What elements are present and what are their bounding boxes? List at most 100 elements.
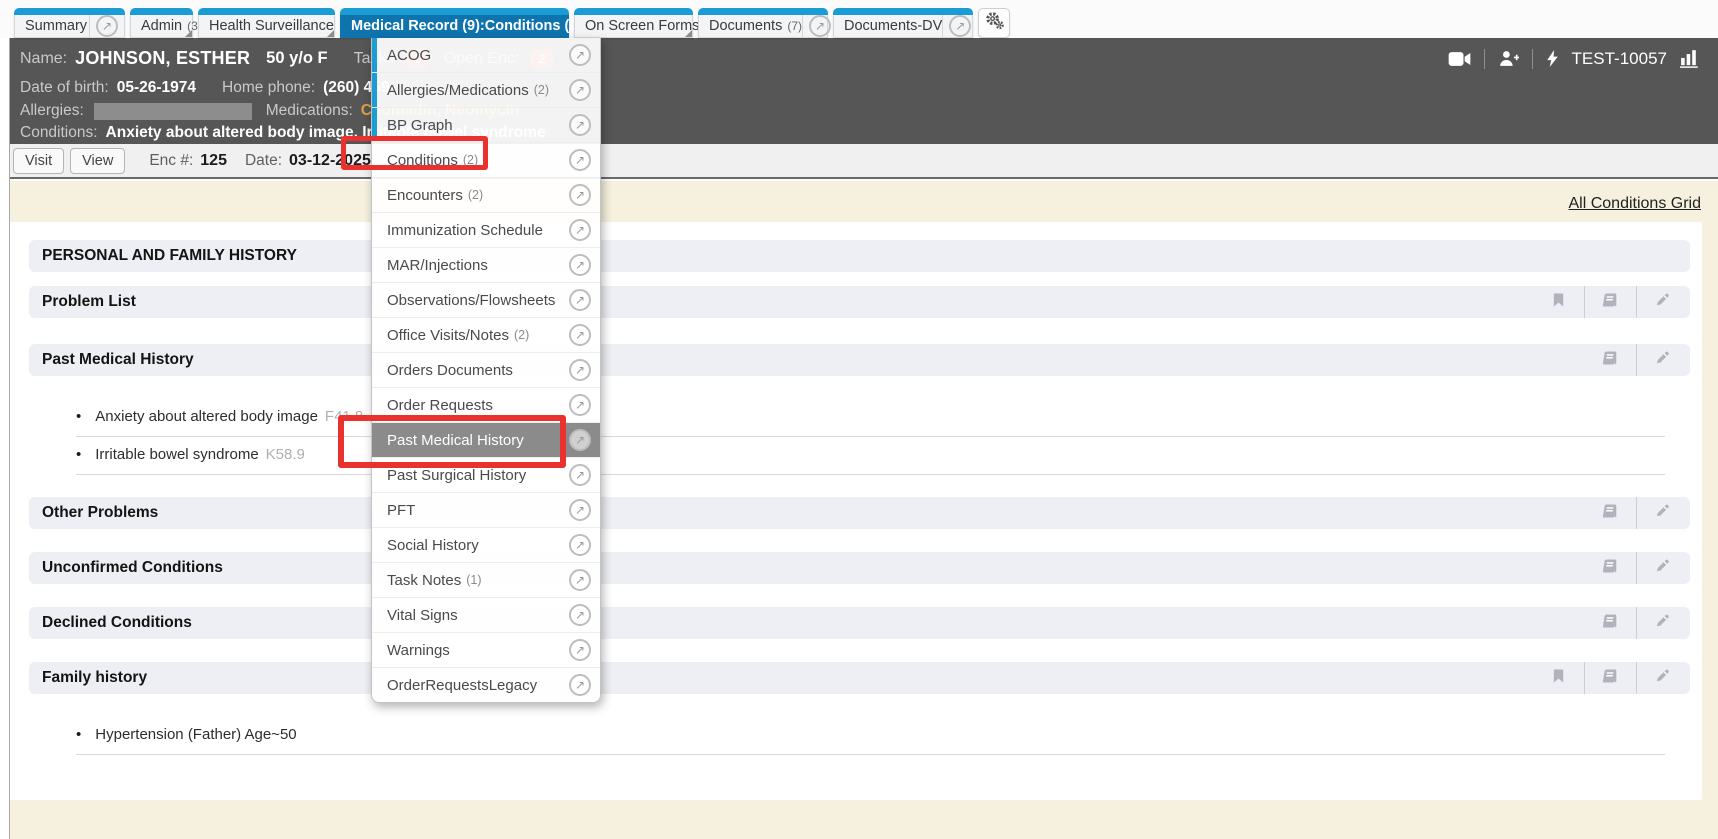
pencil-button[interactable] bbox=[1636, 552, 1688, 584]
external-link-icon[interactable]: ↗ bbox=[569, 674, 591, 696]
menu-item-label: BP Graph bbox=[387, 117, 453, 134]
external-link-icon[interactable]: ↗ bbox=[569, 289, 591, 311]
section-header-past-medical-history: Past Medical History bbox=[29, 344, 1690, 376]
book-icon bbox=[1601, 350, 1620, 371]
open-in-new-window-button[interactable]: ↗ bbox=[89, 15, 124, 37]
external-link-icon[interactable]: ↗ bbox=[569, 394, 591, 416]
book-icon bbox=[1601, 668, 1620, 689]
tab-body[interactable]: Health Surveillance bbox=[198, 15, 335, 38]
book-button[interactable] bbox=[1584, 497, 1636, 529]
tab-on-screen-forms[interactable]: On Screen Forms bbox=[574, 8, 693, 38]
menu-item-label: Past Surgical History bbox=[387, 467, 526, 484]
menu-item-label: Order Requests bbox=[387, 397, 493, 414]
bookmark-button[interactable] bbox=[1532, 286, 1584, 318]
menu-item-social-history[interactable]: Social History↗ bbox=[372, 528, 600, 563]
external-link-icon[interactable]: ↗ bbox=[569, 184, 591, 206]
section-title: Past Medical History bbox=[42, 351, 194, 369]
medications-label: Medications: bbox=[266, 102, 353, 120]
external-link-icon[interactable]: ↗ bbox=[569, 79, 591, 101]
menu-item-warnings[interactable]: Warnings ↗ bbox=[372, 633, 600, 668]
tab-body[interactable]: Documents-DV↗ bbox=[833, 15, 973, 38]
external-link-icon[interactable]: ↗ bbox=[569, 149, 591, 171]
section-title: PERSONAL AND FAMILY HISTORY bbox=[42, 247, 297, 265]
external-link-icon[interactable]: ↗ bbox=[569, 254, 591, 276]
allergies-label: Allergies: bbox=[20, 102, 84, 120]
menu-item-task-notes[interactable]: Task Notes(1)↗ bbox=[372, 563, 600, 598]
settings-button[interactable] bbox=[978, 8, 1010, 38]
book-button[interactable] bbox=[1584, 286, 1636, 318]
menu-item-pft[interactable]: PFT↗ bbox=[372, 493, 600, 528]
tab-documents-dv[interactable]: Documents-DV↗ bbox=[833, 8, 973, 38]
book-button[interactable] bbox=[1584, 662, 1636, 694]
menu-item-mar-injections[interactable]: MAR/Injections↗ bbox=[372, 248, 600, 283]
video-camera-icon[interactable] bbox=[1448, 51, 1471, 67]
menu-item-orderrequestslegacy[interactable]: OrderRequestsLegacy↗ bbox=[372, 668, 600, 702]
tab-body[interactable]: On Screen Forms bbox=[574, 15, 693, 38]
menu-item-label: Warnings bbox=[387, 642, 450, 659]
pencil-button[interactable] bbox=[1636, 286, 1688, 318]
lightning-icon[interactable] bbox=[1546, 50, 1559, 67]
menu-item-observations-flowsheets[interactable]: Observations/Flowsheets↗ bbox=[372, 283, 600, 318]
external-link-icon[interactable]: ↗ bbox=[569, 429, 591, 451]
external-link-icon[interactable]: ↗ bbox=[569, 44, 591, 66]
external-link-icon[interactable]: ↗ bbox=[569, 639, 591, 661]
menu-item-encounters[interactable]: Encounters(2)↗ bbox=[372, 178, 600, 213]
external-link-icon[interactable]: ↗ bbox=[569, 219, 591, 241]
pencil-button[interactable] bbox=[1636, 344, 1688, 376]
external-link-icon[interactable]: ↗ bbox=[569, 499, 591, 521]
tab-body[interactable]: Summary↗ bbox=[14, 15, 125, 38]
bar-chart-icon[interactable] bbox=[1680, 49, 1700, 68]
tab-accent-bar bbox=[574, 8, 693, 15]
external-link-icon[interactable]: ↗ bbox=[569, 464, 591, 486]
menu-item-immunization-schedule[interactable]: Immunization Schedule↗ bbox=[372, 213, 600, 248]
patient-age-sex: 50 y/o F bbox=[266, 49, 327, 68]
visit-button[interactable]: Visit bbox=[13, 148, 64, 174]
tab-health-surveillance[interactable]: Health Surveillance bbox=[198, 8, 335, 38]
view-button[interactable]: View bbox=[70, 148, 125, 174]
book-button[interactable] bbox=[1584, 552, 1636, 584]
external-link-icon[interactable]: ↗ bbox=[569, 534, 591, 556]
pencil-button[interactable] bbox=[1636, 662, 1688, 694]
menu-item-allergies-medications[interactable]: Allergies/Medications(2)↗ bbox=[372, 73, 600, 108]
external-link-icon[interactable]: ↗ bbox=[569, 324, 591, 346]
book-icon bbox=[1601, 558, 1620, 579]
book-button[interactable] bbox=[1584, 344, 1636, 376]
menu-item-orders-documents[interactable]: Orders Documents↗ bbox=[372, 353, 600, 388]
pencil-icon bbox=[1655, 503, 1670, 523]
menu-item-acog[interactable]: ACOG↗ bbox=[372, 38, 600, 73]
menu-item-label: Vital Signs bbox=[387, 607, 458, 624]
condition-list: •Hypertension (Father) Age~50 bbox=[76, 717, 1665, 755]
section-actions bbox=[1584, 497, 1688, 529]
book-button[interactable] bbox=[1584, 607, 1636, 639]
tab-body[interactable]: Medical Record (9):Conditions (2) bbox=[340, 15, 569, 38]
open-in-new-window-button[interactable]: ↗ bbox=[942, 15, 977, 37]
tab-body[interactable]: Admin(3) bbox=[130, 15, 193, 38]
menu-item-label: Encounters bbox=[387, 187, 463, 204]
divider bbox=[1532, 49, 1533, 69]
menu-item-label: Allergies/Medications bbox=[387, 82, 529, 99]
pencil-button[interactable] bbox=[1636, 607, 1688, 639]
external-link-icon[interactable]: ↗ bbox=[569, 359, 591, 381]
section-header-other-problems: Other Problems bbox=[29, 497, 1690, 529]
menu-item-office-visits-notes[interactable]: Office Visits/Notes(2)↗ bbox=[372, 318, 600, 353]
external-link-icon[interactable]: ↗ bbox=[569, 114, 591, 136]
all-conditions-grid-link[interactable]: All Conditions Grid bbox=[1569, 195, 1702, 213]
tab-documents[interactable]: Documents(7)↗ bbox=[698, 8, 828, 38]
open-in-new-window-button[interactable]: ↗ bbox=[802, 15, 837, 37]
tab-label: Summary bbox=[25, 18, 87, 34]
name-label: Name: bbox=[20, 50, 67, 68]
external-link-icon[interactable]: ↗ bbox=[569, 604, 591, 626]
left-gutter bbox=[0, 38, 10, 839]
tab-summary[interactable]: Summary↗ bbox=[14, 8, 125, 38]
bookmark-button[interactable] bbox=[1532, 662, 1584, 694]
home-phone-label: Home phone: bbox=[222, 79, 315, 97]
condition-text: Irritable bowel syndrome bbox=[95, 446, 258, 463]
book-icon bbox=[1601, 503, 1620, 524]
pencil-button[interactable] bbox=[1636, 497, 1688, 529]
tab-medical-record-9-conditions-2[interactable]: Medical Record (9):Conditions (2) bbox=[340, 8, 569, 38]
add-person-icon[interactable] bbox=[1498, 50, 1519, 67]
tab-body[interactable]: Documents(7)↗ bbox=[698, 15, 828, 38]
external-link-icon[interactable]: ↗ bbox=[569, 569, 591, 591]
menu-item-vital-signs[interactable]: Vital Signs ↗ bbox=[372, 598, 600, 633]
tab-admin[interactable]: Admin(3) bbox=[130, 8, 193, 38]
